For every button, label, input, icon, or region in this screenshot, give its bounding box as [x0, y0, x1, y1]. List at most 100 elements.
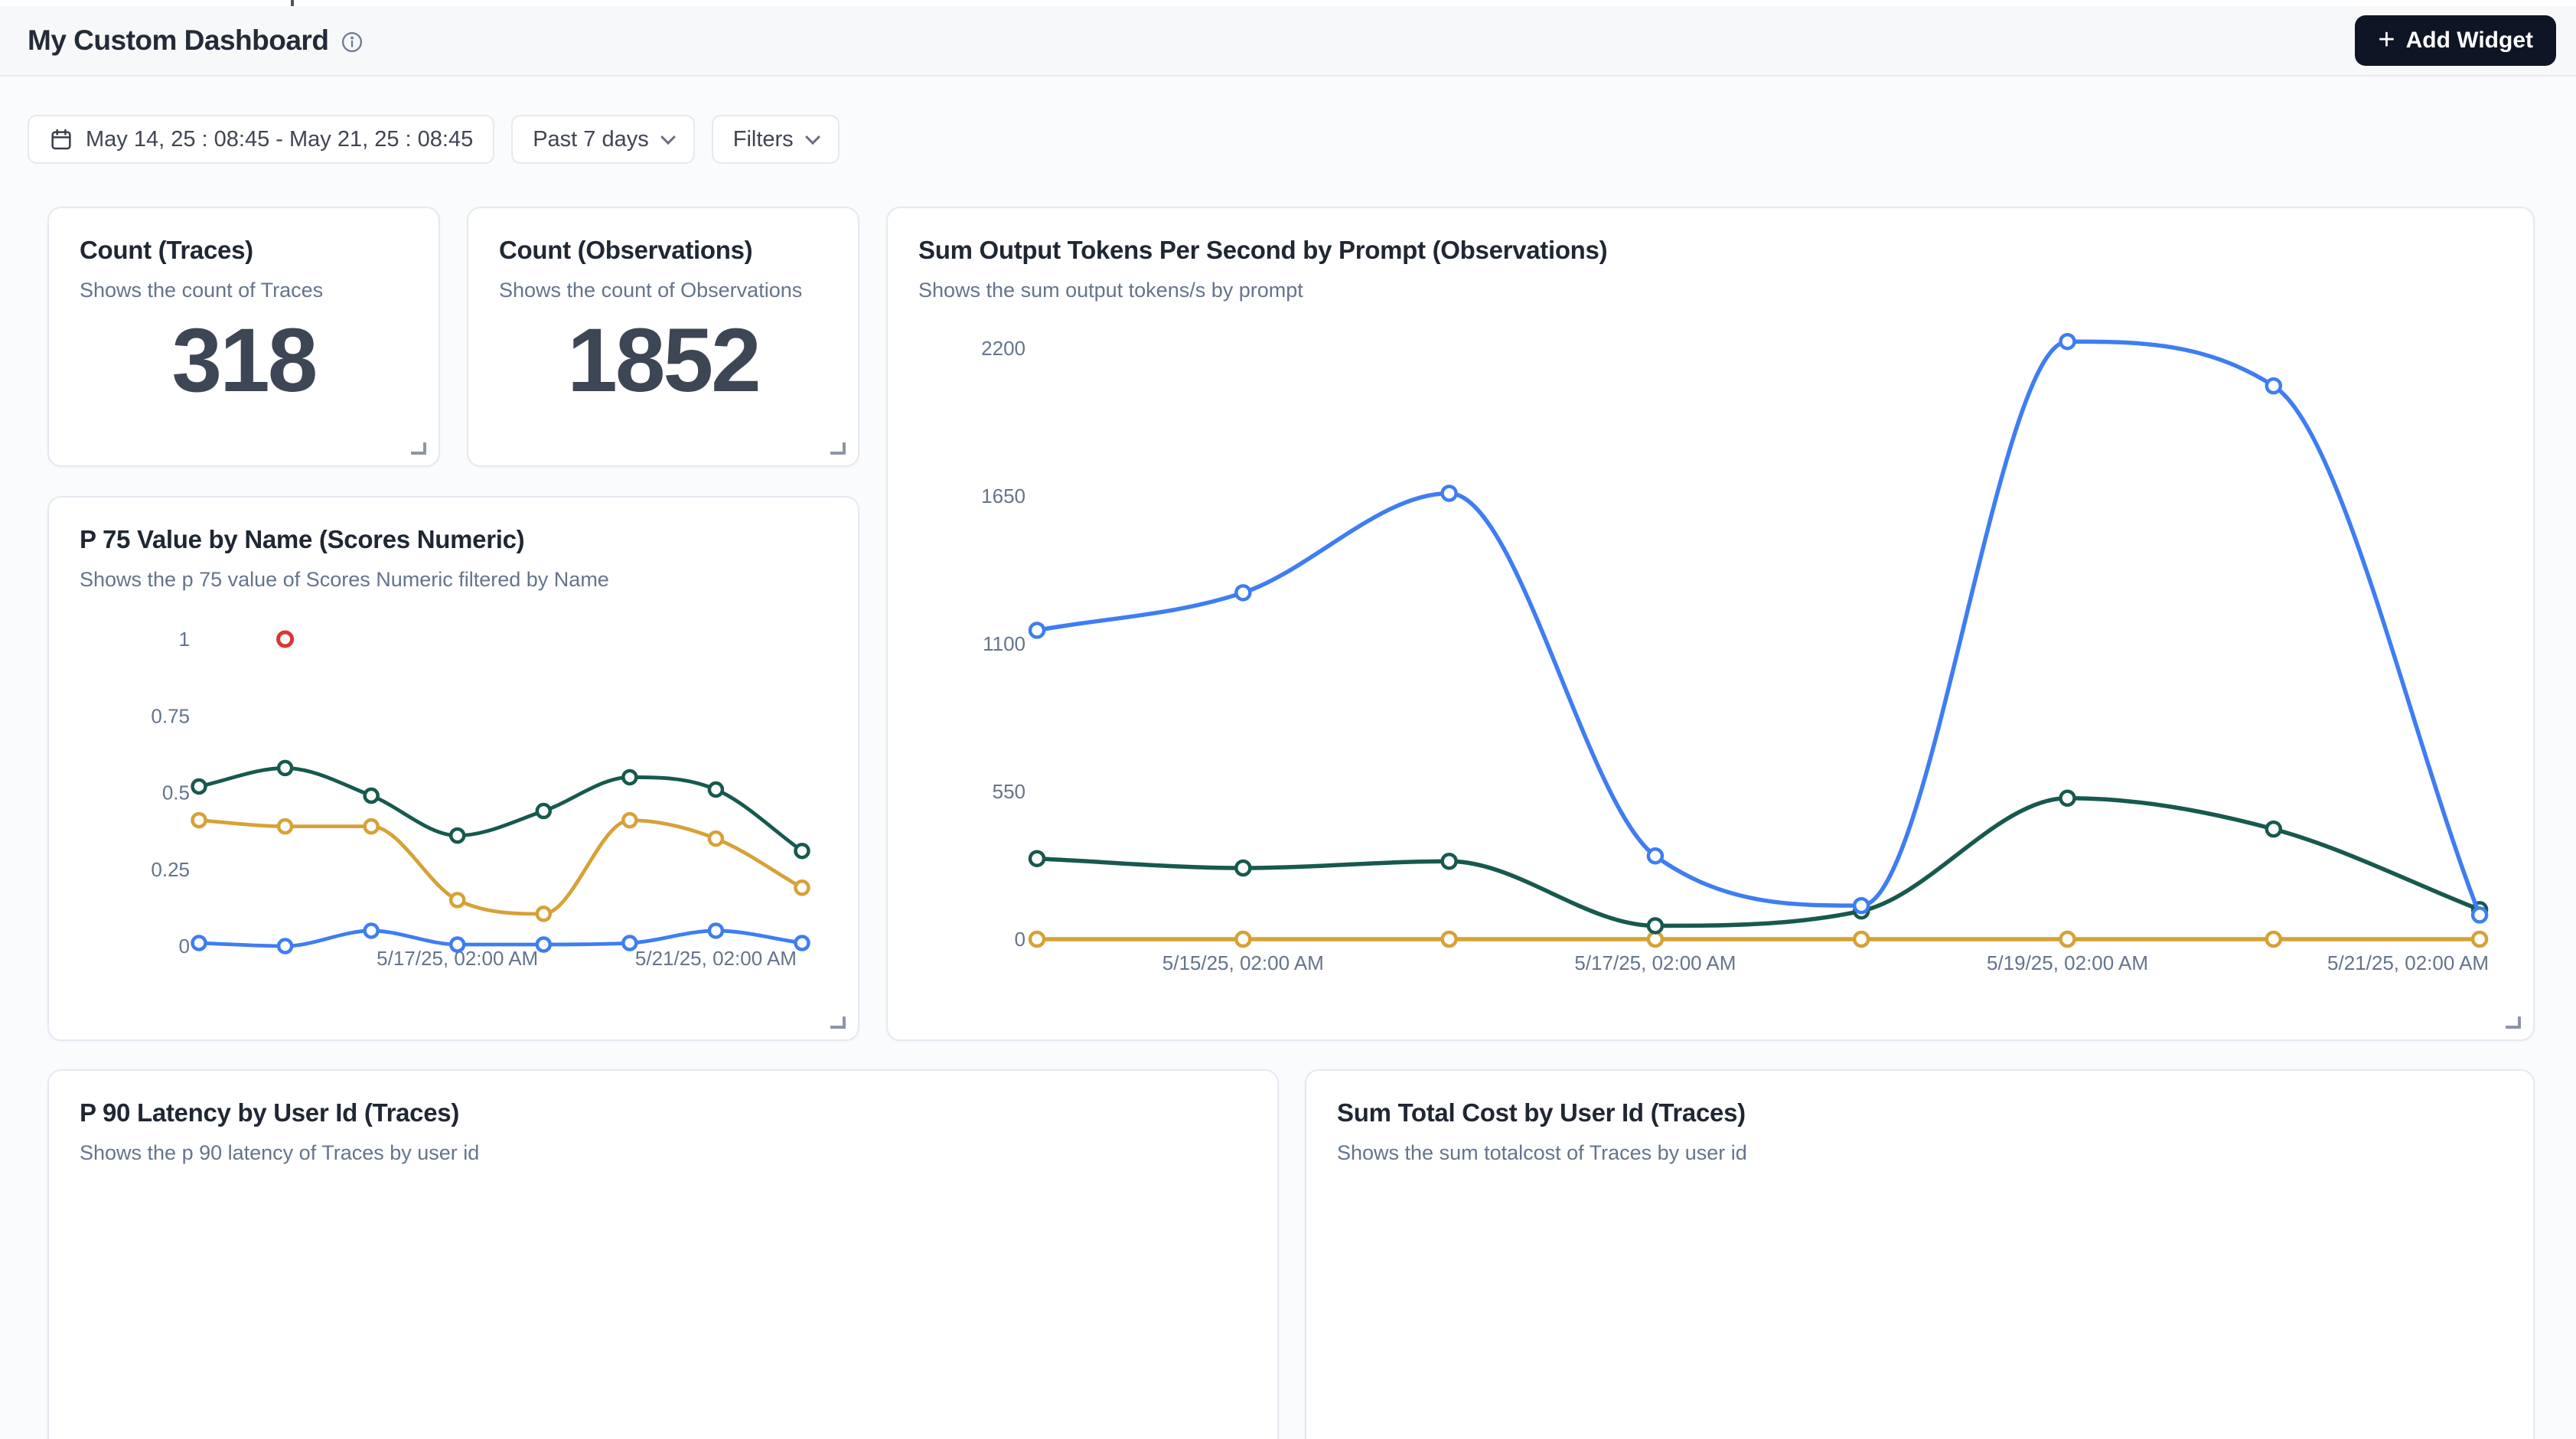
- data-point: [451, 938, 464, 951]
- data-point: [537, 804, 550, 817]
- data-point: [2061, 791, 2075, 805]
- data-point: [2267, 379, 2281, 393]
- data-point: [795, 936, 808, 949]
- total-cost-chart-card: Sum Total Cost by User Id (Traces) Shows…: [1305, 1069, 2535, 1439]
- svg-text:1: 1: [179, 628, 190, 651]
- data-point: [1443, 932, 1456, 946]
- line-chart: 05501100165022005/15/25, 02:00 AM5/17/25…: [918, 323, 2506, 1004]
- data-point: [2061, 932, 2075, 946]
- data-point: [1030, 932, 1044, 946]
- data-point: [1443, 854, 1456, 868]
- card-title: P 90 Latency by User Id (Traces): [80, 1098, 1247, 1127]
- card-title: P 75 Value by Name (Scores Numeric): [80, 525, 827, 554]
- svg-text:0.25: 0.25: [151, 858, 190, 881]
- card-subtitle: Shows the p 90 latency of Traces by user…: [80, 1141, 1247, 1165]
- data-point: [2267, 822, 2281, 836]
- svg-text:0.5: 0.5: [162, 781, 190, 804]
- data-point: [2061, 334, 2075, 348]
- p75-value-chart-card: P 75 Value by Name (Scores Numeric) Show…: [47, 496, 859, 1041]
- chevron-down-icon: [805, 129, 820, 145]
- data-point: [365, 820, 378, 833]
- date-preset-dropdown[interactable]: Past 7 days: [511, 115, 695, 164]
- svg-text:5/17/25, 02:00 AM: 5/17/25, 02:00 AM: [1574, 951, 1736, 974]
- data-point: [709, 924, 722, 937]
- y-axis-ticks: 0550110016502200: [981, 337, 1026, 951]
- data-point: [279, 762, 292, 775]
- data-point: [193, 814, 206, 827]
- x-axis-ticks: 5/17/25, 02:00 AM5/21/25, 02:00 AM: [377, 947, 797, 970]
- svg-text:5/15/25, 02:00 AM: 5/15/25, 02:00 AM: [1162, 951, 1324, 974]
- data-point: [623, 771, 636, 784]
- line-chart: 0 0.25 0.5 0.75 1 5/17/25, 02:00 AM5/21/25, 0…: [77, 614, 857, 1027]
- svg-text:550: 550: [993, 780, 1026, 803]
- svg-text:1650: 1650: [981, 485, 1026, 507]
- data-point: [193, 936, 206, 949]
- data-point: [451, 829, 464, 842]
- title-wrap: My Custom Dashboard: [28, 24, 364, 57]
- add-widget-button[interactable]: + Add Widget: [2355, 15, 2556, 66]
- date-range-value: May 14, 25 : 08:45 - May 21, 25 : 08:45: [86, 127, 473, 152]
- filters-label: Filters: [733, 127, 794, 152]
- data-point: [537, 938, 550, 951]
- data-point: [2473, 932, 2486, 946]
- add-widget-label: Add Widget: [2406, 28, 2533, 54]
- data-point: [1236, 932, 1250, 946]
- data-point: [623, 936, 636, 949]
- card-subtitle: Shows the count of Traces: [80, 279, 408, 302]
- svg-text:5/21/25, 02:00 AM: 5/21/25, 02:00 AM: [2327, 951, 2489, 974]
- filters-dropdown[interactable]: Filters: [712, 115, 840, 164]
- data-point: [709, 832, 722, 845]
- top-strip: [0, 0, 2576, 6]
- count-observations-value: 1852: [499, 302, 827, 438]
- data-point: [1030, 852, 1044, 866]
- data-point: [795, 881, 808, 894]
- card-title: Count (Traces): [80, 236, 408, 265]
- data-point: [623, 814, 636, 827]
- page-title: My Custom Dashboard: [28, 24, 328, 57]
- line-series-1: [1030, 932, 2486, 946]
- resize-handle-icon[interactable]: [830, 1016, 846, 1029]
- date-preset-value: Past 7 days: [533, 127, 649, 152]
- data-point: [279, 940, 292, 953]
- data-point: [365, 924, 378, 937]
- card-title: Sum Total Cost by User Id (Traces): [1337, 1098, 2503, 1127]
- data-point: [537, 907, 550, 920]
- data-point: [709, 783, 722, 796]
- x-axis-ticks: 5/15/25, 02:00 AM 5/17/25, 02:00 AM 5/19/2…: [1162, 951, 2489, 974]
- data-point: [1648, 919, 1662, 932]
- data-point: [1648, 849, 1662, 863]
- data-point: [1030, 623, 1044, 637]
- data-point: [1443, 486, 1456, 500]
- p90-latency-chart-card: P 90 Latency by User Id (Traces) Shows t…: [47, 1069, 1279, 1439]
- data-point: [1854, 899, 1868, 912]
- svg-text:0.75: 0.75: [151, 704, 190, 727]
- cost-chart-canvas[interactable]: [1334, 1180, 2509, 1439]
- resize-handle-icon[interactable]: [2506, 1016, 2521, 1029]
- count-traces-card: Count (Traces) Shows the count of Traces…: [47, 207, 440, 467]
- date-range-picker[interactable]: May 14, 25 : 08:45 - May 21, 25 : 08:45: [28, 115, 494, 164]
- data-point: [2473, 908, 2486, 922]
- data-point: [365, 789, 378, 802]
- toolbar: May 14, 25 : 08:45 - May 21, 25 : 08:45 …: [28, 115, 840, 164]
- card-subtitle: Shows the p 75 value of Scores Numeric f…: [80, 568, 827, 592]
- card-subtitle: Shows the sum output tokens/s by prompt: [918, 279, 2503, 302]
- svg-text:5/19/25, 02:00 AM: 5/19/25, 02:00 AM: [1987, 951, 2148, 974]
- chevron-down-icon: [660, 129, 676, 145]
- info-icon[interactable]: [341, 31, 364, 54]
- line-series-1: [193, 814, 809, 920]
- data-point: [451, 893, 464, 906]
- p90-chart-canvas[interactable]: [77, 1196, 1259, 1439]
- outlier-point: [279, 632, 292, 646]
- resize-handle-icon[interactable]: [411, 442, 426, 455]
- line-series-2: [1030, 791, 2486, 933]
- tokens-per-second-chart-card: Sum Output Tokens Per Second by Prompt (…: [886, 207, 2535, 1041]
- svg-text:5/21/25, 02:00 AM: 5/21/25, 02:00 AM: [635, 947, 797, 970]
- svg-text:2200: 2200: [981, 337, 1026, 360]
- svg-text:0: 0: [1015, 928, 1026, 951]
- card-subtitle: Shows the sum totalcost of Traces by use…: [1337, 1141, 2503, 1165]
- calendar-icon: [49, 127, 73, 152]
- p75-chart-canvas[interactable]: 0 0.25 0.5 0.75 1 5/17/25, 02:00 AM5/21/25, 0…: [77, 614, 857, 1027]
- tokens-chart-canvas[interactable]: 05501100165022005/15/25, 02:00 AM5/17/25…: [918, 323, 2506, 1004]
- resize-handle-icon[interactable]: [830, 442, 846, 455]
- svg-text:0: 0: [179, 935, 190, 958]
